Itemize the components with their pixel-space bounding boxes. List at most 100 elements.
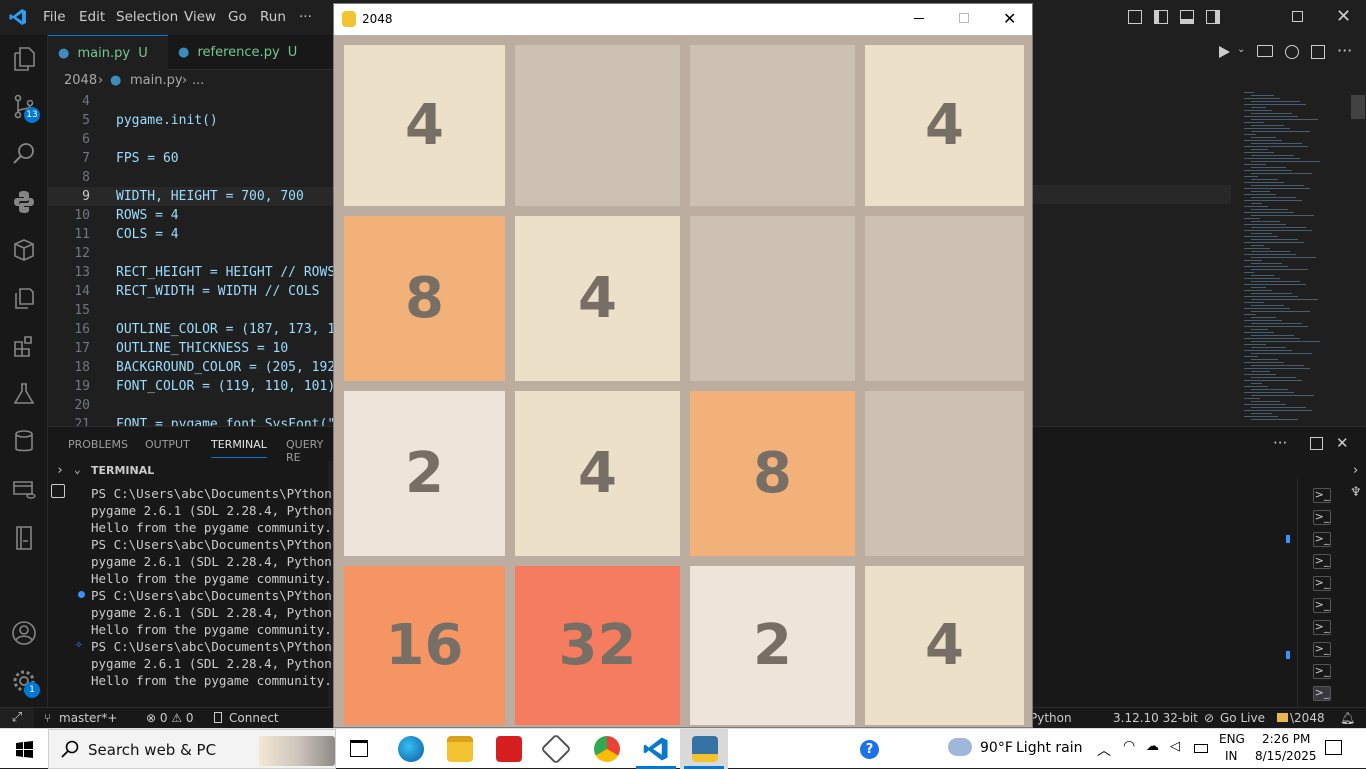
menu-go[interactable]: Go bbox=[228, 9, 247, 25]
panel-tab-output[interactable]: OUTPUT bbox=[145, 438, 190, 451]
chevron-down-icon[interactable]: ⌄ bbox=[74, 463, 81, 476]
code-line[interactable]: 18 BACKGROUND_COLOR = (205, 192 bbox=[48, 358, 334, 377]
code-line[interactable]: 4 bbox=[48, 92, 334, 111]
weather-temp[interactable]: 90°F bbox=[980, 740, 1013, 756]
terminal-instance-icon[interactable]: >_ bbox=[1313, 642, 1331, 657]
code-line[interactable]: 8 bbox=[48, 168, 334, 187]
chrome-browser-icon[interactable] bbox=[594, 736, 620, 762]
testing-flask-icon[interactable] bbox=[10, 381, 38, 409]
toggle-sidebar-icon[interactable] bbox=[1154, 10, 1168, 24]
code-line[interactable]: 20 bbox=[48, 396, 334, 415]
code-line[interactable]: 10 ROWS = 4 bbox=[48, 206, 334, 225]
code-line[interactable]: 9 WIDTH, HEIGHT = 700, 700 bbox=[48, 187, 334, 206]
terminal-instance-icon[interactable]: >_ bbox=[1313, 664, 1331, 679]
menu-selection[interactable]: Selection bbox=[116, 9, 178, 25]
compare-changes-icon[interactable] bbox=[1285, 45, 1299, 59]
connect-status[interactable]: Connect bbox=[229, 711, 279, 725]
terminal-panel[interactable]: › ⌄ TERMINAL ✧ PS C:\Users\abc\Documents… bbox=[48, 461, 334, 707]
open-folder-icon[interactable] bbox=[1257, 45, 1273, 57]
terminal-instance-icon[interactable]: >_ bbox=[1313, 686, 1331, 701]
toggle-panel-icon[interactable] bbox=[1180, 10, 1194, 24]
code-line[interactable]: 16 OUTLINE_COLOR = (187, 173, 1 bbox=[48, 320, 334, 339]
remote-explorer-icon[interactable] bbox=[10, 477, 38, 505]
split-editor-icon[interactable] bbox=[1311, 45, 1325, 59]
breadcrumb-folder[interactable]: 2048 bbox=[64, 70, 97, 92]
tab-reference-py[interactable]: ● reference.py U bbox=[168, 35, 313, 70]
input-region[interactable]: IN bbox=[1225, 749, 1238, 763]
more-actions-icon[interactable]: ··· bbox=[1337, 41, 1352, 60]
workspace-folder[interactable]: \2048 bbox=[1290, 711, 1325, 725]
code-line[interactable]: 11 COLS = 4 bbox=[48, 225, 334, 244]
account-icon[interactable] bbox=[10, 620, 38, 648]
game-titlebar[interactable]: 2048 ✕ bbox=[334, 4, 1032, 35]
minimap[interactable] bbox=[1240, 92, 1350, 426]
minimap-slider[interactable] bbox=[1351, 95, 1365, 119]
panel-tab-terminal[interactable]: TERMINAL bbox=[211, 438, 267, 458]
terminal-instance-icon[interactable]: >_ bbox=[1313, 532, 1331, 547]
git-branch[interactable]: master*+ bbox=[59, 711, 117, 725]
breadcrumb-file[interactable]: main.py bbox=[130, 70, 183, 92]
close-panel-icon[interactable]: ✕ bbox=[1336, 434, 1349, 452]
python-icon[interactable] bbox=[10, 189, 38, 217]
problems-count[interactable]: ⊗ 0 ⚠ 0 bbox=[146, 711, 194, 725]
terminal-instance-icon[interactable]: >_ bbox=[1313, 554, 1331, 569]
maximize-panel-icon[interactable] bbox=[1310, 437, 1323, 450]
more-actions-icon[interactable]: ··· bbox=[1273, 434, 1287, 452]
pygame-taskbar-icon[interactable] bbox=[692, 736, 718, 762]
notification-center-icon[interactable] bbox=[1325, 740, 1342, 755]
terminal-instance-icon[interactable]: >_ bbox=[1313, 620, 1331, 635]
run-python-file-icon[interactable] bbox=[1219, 46, 1230, 58]
menu-file[interactable]: File bbox=[43, 9, 66, 25]
terminal-instance-icon[interactable]: >_ bbox=[1313, 510, 1331, 525]
weather-cloud-rain-icon[interactable] bbox=[948, 738, 972, 756]
command-decoration-icon[interactable] bbox=[78, 591, 85, 598]
extensions-icon[interactable] bbox=[10, 334, 38, 362]
chevron-right-icon[interactable]: › bbox=[56, 463, 64, 478]
terminal-instance-icon[interactable]: >_ bbox=[1313, 576, 1331, 591]
file-explorer-icon[interactable] bbox=[447, 736, 473, 762]
game-window[interactable]: 2048 ✕ 4 4 8 4 2 4 8 16 32 2 4 bbox=[333, 3, 1033, 728]
volume-icon[interactable]: ◁ bbox=[1170, 739, 1180, 754]
acrobat-reader-icon[interactable] bbox=[496, 736, 522, 762]
vscode-taskbar-icon[interactable] bbox=[643, 736, 669, 762]
edge-browser-icon[interactable] bbox=[398, 736, 424, 762]
database-icon[interactable] bbox=[10, 429, 38, 457]
code-line[interactable]: 6 bbox=[48, 130, 334, 149]
wifi-icon[interactable]: ◠ bbox=[1123, 738, 1135, 754]
toggle-secondary-sidebar-icon[interactable] bbox=[1206, 10, 1220, 24]
accounts-icon[interactable]: ♆ bbox=[1350, 485, 1362, 500]
python-interpreter[interactable]: 3.12.10 32-bit bbox=[1113, 711, 1198, 725]
weather-desc[interactable]: Light rain bbox=[1016, 740, 1083, 756]
close-icon[interactable]: ✕ bbox=[1003, 9, 1016, 28]
restore-window-icon[interactable] bbox=[1292, 11, 1303, 22]
code-line[interactable]: 5 pygame.init() bbox=[48, 111, 334, 130]
minimize-icon[interactable] bbox=[914, 18, 924, 19]
chevron-down-icon[interactable]: ⌄ bbox=[1237, 44, 1245, 55]
breadcrumb-rest[interactable]: ... bbox=[192, 70, 204, 92]
containers-icon[interactable] bbox=[10, 237, 38, 265]
sparkle-icon[interactable]: ✧ bbox=[75, 637, 83, 652]
network-icon[interactable]: ☁ bbox=[1146, 739, 1159, 754]
code-editor[interactable]: 4 5 pygame.init() 6 7 FPS = 60 8 9 WIDTH, HEIGHT… bbox=[48, 92, 334, 426]
toggle-layout-icon[interactable] bbox=[1128, 10, 1142, 24]
notifications-icon[interactable]: 🔔︎ bbox=[1340, 711, 1355, 725]
task-view-icon[interactable] bbox=[350, 740, 368, 757]
code-line[interactable]: 13 RECT_HEIGHT = HEIGHT // ROWS bbox=[48, 263, 334, 282]
battery-icon[interactable] bbox=[1194, 744, 1208, 753]
menu-run[interactable]: Run bbox=[260, 9, 286, 25]
notebook-icon[interactable] bbox=[10, 525, 38, 553]
terminal-instance-icon[interactable]: >_ bbox=[1313, 598, 1331, 613]
remote-indicator-icon[interactable]: ⤢ bbox=[0, 708, 34, 728]
clock-time[interactable]: 2:26 PM bbox=[1262, 732, 1310, 746]
menu-edit[interactable]: Edit bbox=[79, 9, 105, 25]
clock-date[interactable]: 8/15/2025 bbox=[1255, 749, 1317, 763]
input-language[interactable]: ENG bbox=[1219, 732, 1245, 746]
debug-icon[interactable] bbox=[51, 484, 65, 498]
tab-main-py[interactable]: ● main.py U ✕ bbox=[48, 35, 168, 96]
code-line[interactable]: 14 RECT_WIDTH = WIDTH // COLS bbox=[48, 282, 334, 301]
code-line[interactable]: 19 FONT_COLOR = (119, 110, 101) bbox=[48, 377, 334, 396]
code-line[interactable]: 12 bbox=[48, 244, 334, 263]
explorer-icon[interactable] bbox=[10, 46, 38, 74]
language-mode[interactable]: Python bbox=[1030, 711, 1072, 725]
code-line[interactable]: 7 FPS = 60 bbox=[48, 149, 334, 168]
